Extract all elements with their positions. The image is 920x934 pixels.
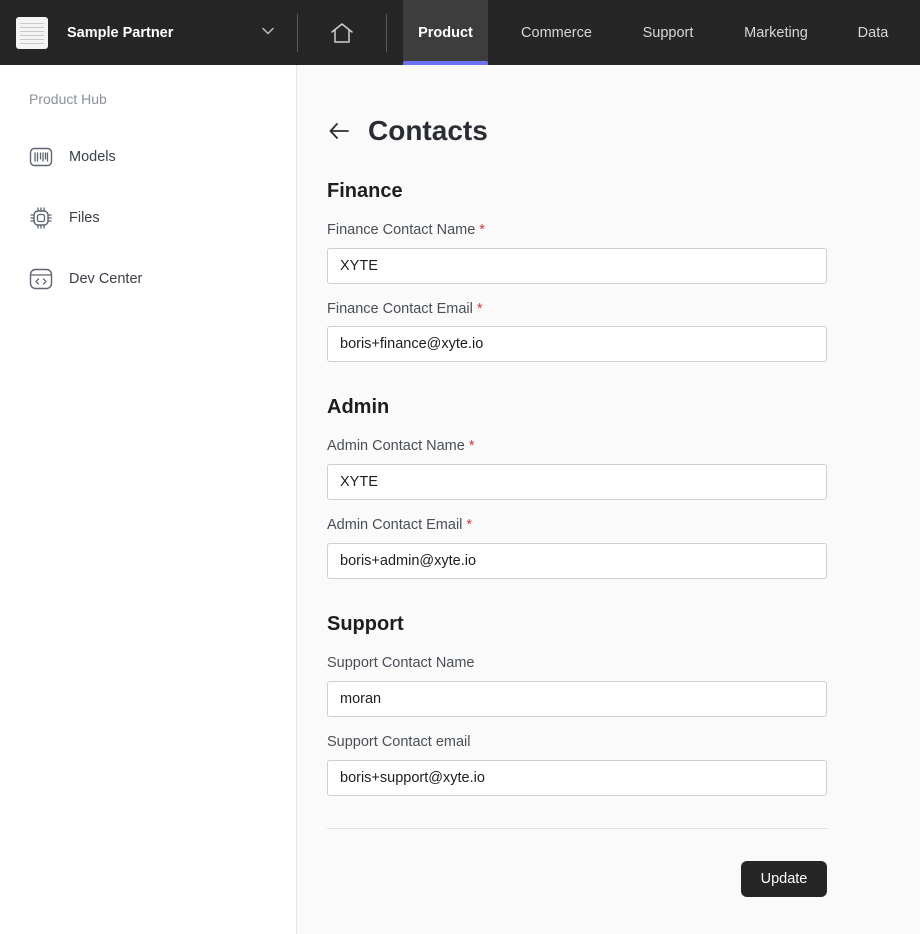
support-contact-name-input[interactable] — [327, 681, 827, 717]
code-window-icon — [29, 268, 53, 290]
tab-data[interactable]: Data — [841, 0, 905, 65]
finance-contact-email-label: Finance Contact Email * — [327, 301, 483, 317]
required-mark: * — [476, 301, 483, 317]
organization-name: Sample Partner — [67, 24, 174, 41]
tab-commerce[interactable]: Commerce — [488, 0, 625, 65]
finance-contact-name-input[interactable] — [327, 248, 827, 284]
sidebar-item-label: Files — [69, 210, 100, 226]
admin-contact-name-label: Admin Contact Name * — [327, 438, 474, 454]
update-button[interactable]: Update — [741, 861, 827, 897]
organization-switcher[interactable]: Sample Partner — [0, 0, 297, 65]
finance-contact-name-label: Finance Contact Name * — [327, 222, 485, 238]
label-text: Admin Contact Email — [327, 517, 463, 533]
form-divider — [327, 828, 827, 829]
tab-marketing[interactable]: Marketing — [711, 0, 841, 65]
chip-icon — [30, 207, 52, 229]
sidebar-item-label: Models — [69, 149, 116, 165]
section-title-finance: Finance — [327, 180, 403, 202]
section-title-admin: Admin — [327, 396, 390, 418]
arrow-left-icon[interactable] — [327, 119, 351, 143]
tab-product[interactable]: Product — [403, 0, 488, 65]
organization-logo — [16, 16, 48, 49]
main-content: Contacts Finance Finance Contact Name* F… — [297, 65, 920, 934]
sidebar-item-dev-center[interactable]: Dev Center — [28, 265, 142, 293]
top-navigation-bar: Sample Partner Product Commerce Support … — [0, 0, 920, 65]
required-mark: * — [468, 438, 475, 454]
tab-support[interactable]: Support — [625, 0, 711, 65]
home-button[interactable] — [298, 0, 386, 65]
page-header: Contacts — [327, 115, 488, 147]
support-contact-email-input[interactable] — [327, 760, 827, 796]
sidebar: Product Hub Models Files Dev Center — [0, 65, 297, 934]
label-text: Admin Contact Name — [327, 438, 465, 454]
topbar-divider — [386, 13, 387, 52]
sidebar-item-models[interactable]: Models — [28, 143, 116, 171]
sidebar-item-label: Dev Center — [69, 271, 143, 287]
label-text: Finance Contact Name — [327, 222, 476, 238]
section-title-support: Support — [327, 613, 404, 635]
page-title: Contacts — [368, 115, 488, 146]
label-text: Finance Contact Email — [327, 301, 473, 317]
chevron-down-icon — [262, 27, 274, 35]
sidebar-heading: Product Hub — [29, 91, 107, 107]
support-contact-name-label: Support Contact Name — [327, 655, 475, 671]
finance-contact-email-input[interactable] — [327, 326, 827, 362]
required-mark: * — [466, 517, 473, 533]
admin-contact-email-label: Admin Contact Email * — [327, 517, 472, 533]
support-contact-email-label: Support Contact email — [327, 734, 471, 750]
required-mark: * — [479, 222, 485, 238]
home-icon — [331, 22, 353, 43]
sidebar-item-files[interactable]: Files — [28, 204, 100, 232]
barcode-icon — [29, 147, 53, 167]
admin-contact-name-input[interactable] — [327, 464, 827, 500]
admin-contact-email-input[interactable] — [327, 543, 827, 579]
